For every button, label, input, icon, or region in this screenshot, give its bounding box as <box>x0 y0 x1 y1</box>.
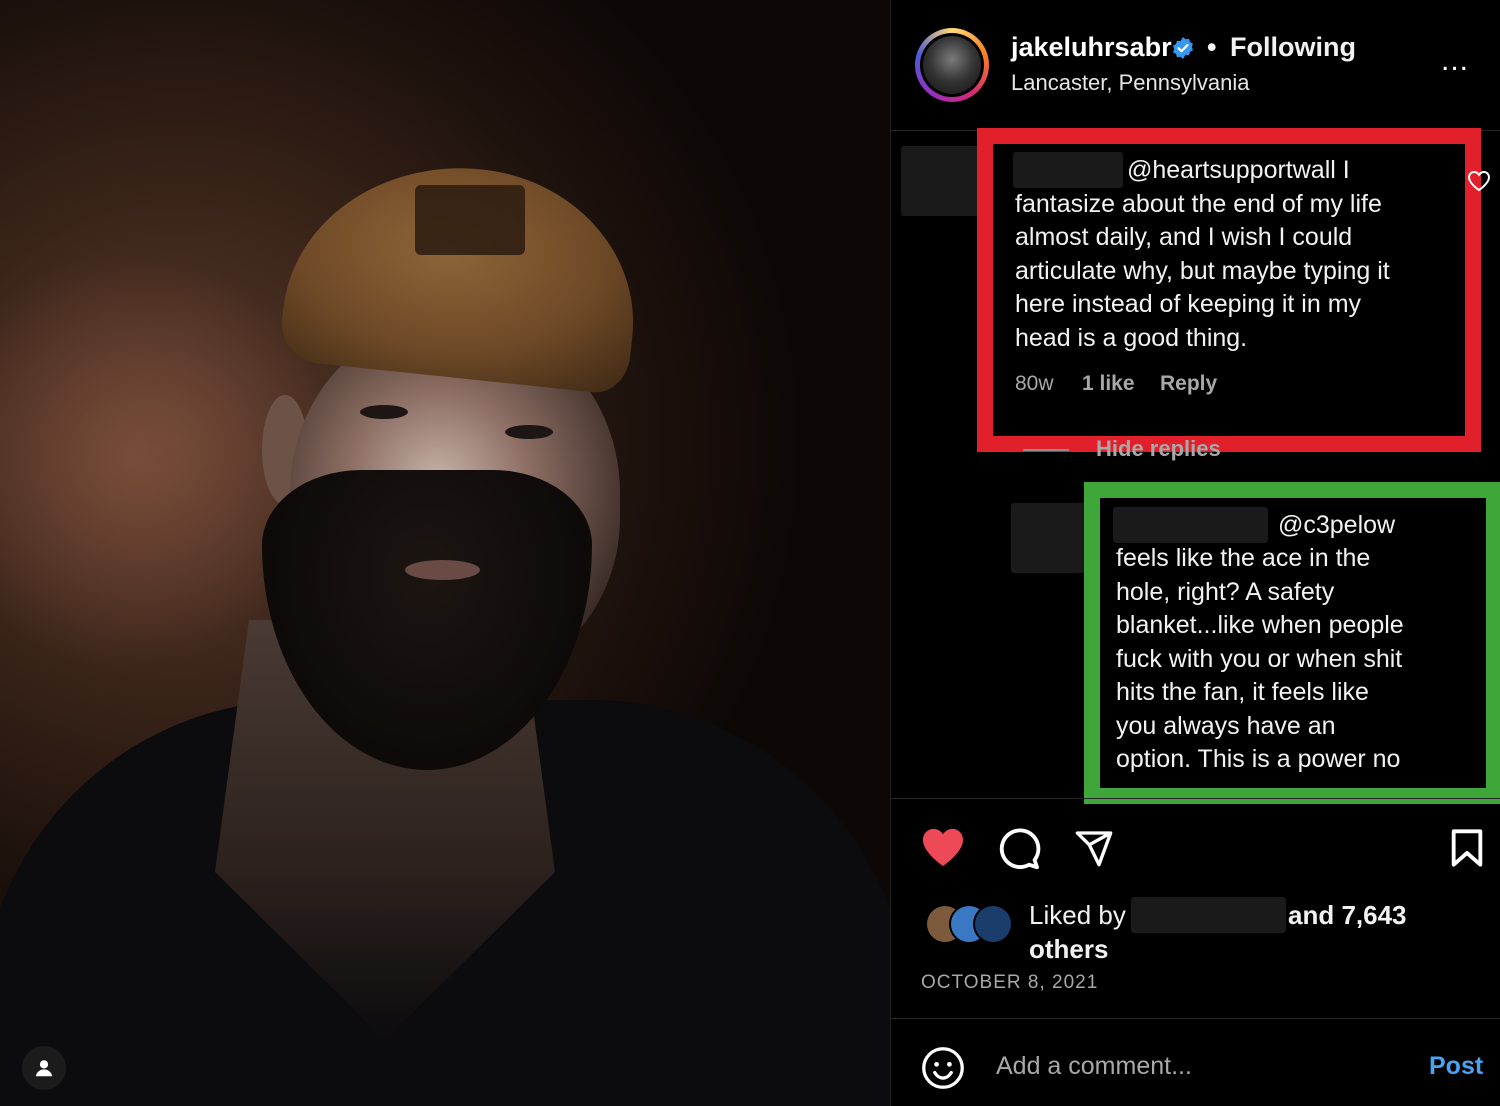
green-highlight-box <box>1084 482 1500 804</box>
red-highlight-box <box>977 128 1481 452</box>
redacted-reply-avatar <box>1011 503 1089 573</box>
liked-by-avatars[interactable] <box>925 904 1013 944</box>
liked-by-label: Liked by <box>1029 900 1126 930</box>
hide-replies-button[interactable]: Hide replies <box>1096 436 1221 462</box>
post-header: jakeluhrsabr • Following Lancaster, Penn… <box>891 0 1500 131</box>
verified-badge-icon <box>1171 36 1195 65</box>
divider <box>891 1018 1500 1019</box>
photo-mouth <box>405 560 480 580</box>
photo-cap-patch <box>415 185 525 255</box>
emoji-icon[interactable] <box>921 1046 965 1095</box>
post-date: OCTOBER 8, 2021 <box>921 972 1099 993</box>
hide-replies-line <box>1023 449 1069 451</box>
user-tag-icon[interactable] <box>22 1046 66 1090</box>
heart-outline-icon[interactable] <box>1467 170 1491 197</box>
following-button[interactable]: Following <box>1230 32 1356 63</box>
post-comment-button[interactable]: Post <box>1429 1052 1483 1081</box>
divider <box>891 798 1500 799</box>
likes-others-link[interactable]: others <box>1029 934 1108 965</box>
add-comment-input[interactable]: Add a comment... <box>996 1052 1192 1081</box>
photo-right-eye <box>505 425 553 439</box>
post-photo[interactable] <box>0 0 890 1106</box>
username-link[interactable]: jakeluhrsabr <box>1011 32 1172 63</box>
header-separator: • <box>1207 32 1217 62</box>
heart-filled-icon[interactable] <box>919 826 967 873</box>
share-icon[interactable] <box>1073 828 1115 873</box>
location-link[interactable]: Lancaster, Pennsylvania <box>1011 70 1250 96</box>
more-options-icon[interactable]: ... <box>1441 44 1469 78</box>
profile-avatar[interactable] <box>915 28 989 102</box>
redacted-commenter-avatar <box>901 146 979 216</box>
comment-icon[interactable] <box>997 826 1041 875</box>
redacted-liker-name <box>1131 897 1286 933</box>
post-side-panel: jakeluhrsabr • Following Lancaster, Penn… <box>890 0 1500 1106</box>
likes-count-link[interactable]: and 7,643 <box>1288 900 1407 931</box>
bookmark-icon[interactable] <box>1449 828 1485 873</box>
photo-left-eye <box>360 405 408 419</box>
